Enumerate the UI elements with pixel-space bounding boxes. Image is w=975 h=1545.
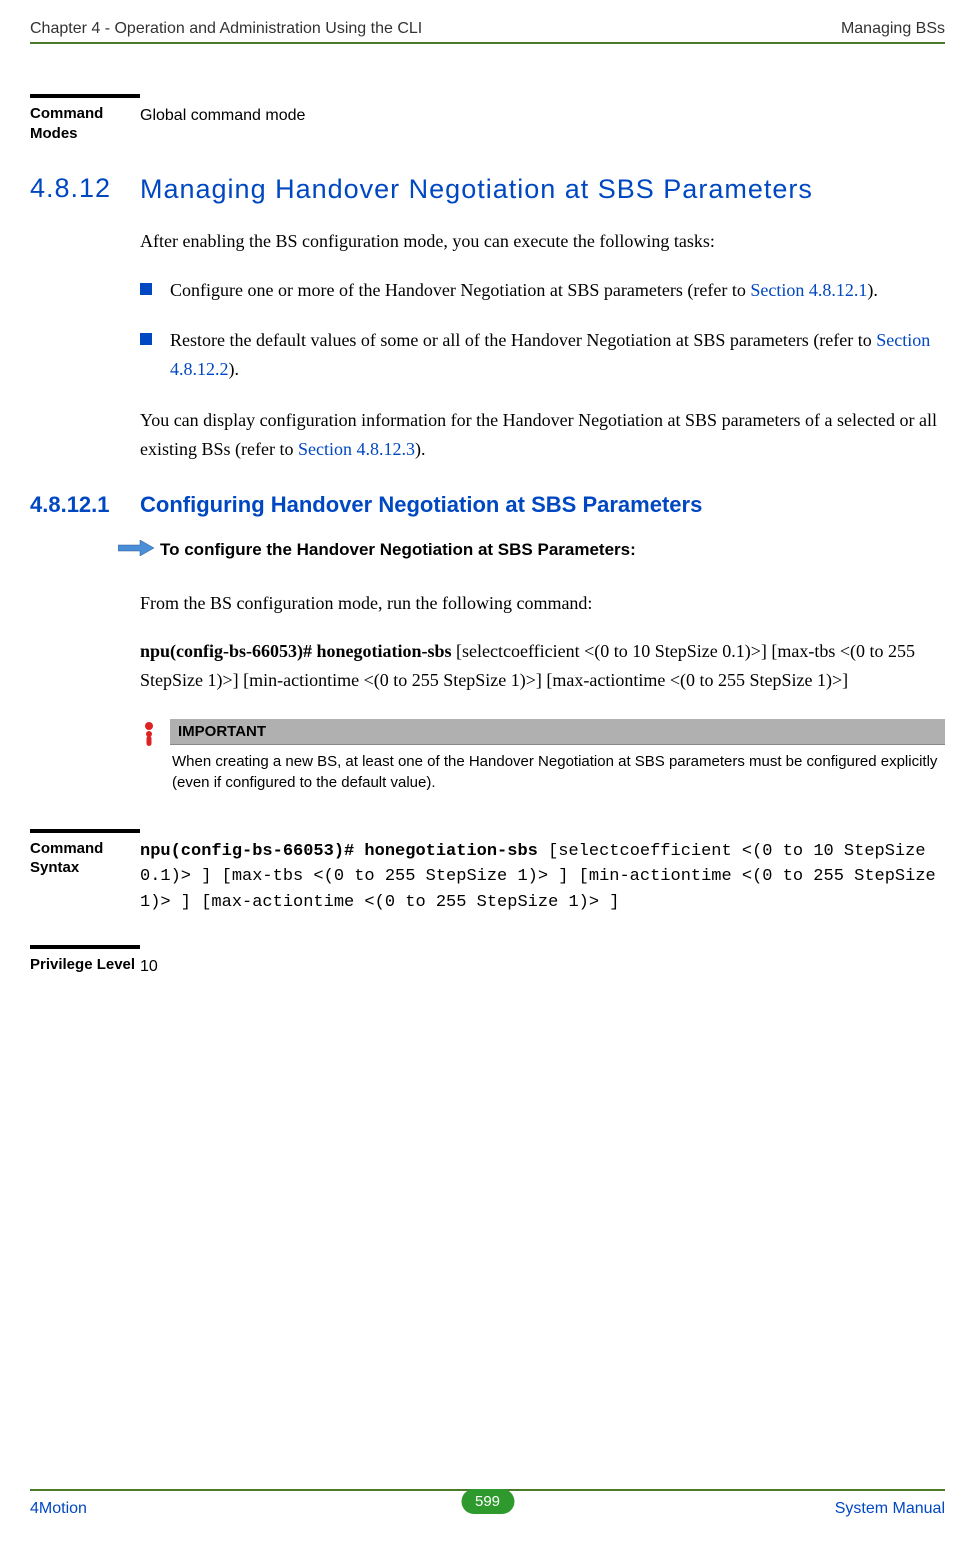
bullet-item: Restore the default values of some or al… bbox=[140, 326, 945, 384]
procedure-row: To configure the Handover Negotiation at… bbox=[118, 540, 945, 561]
important-icon bbox=[140, 719, 170, 799]
header-right: Managing BSs bbox=[841, 20, 945, 38]
command-modes-row: Command Modes Global command mode bbox=[30, 94, 945, 143]
page-number-badge: 599 bbox=[461, 1489, 514, 1514]
command-modes-value: Global command mode bbox=[140, 94, 945, 143]
bullet-text: Restore the default values of some or al… bbox=[170, 326, 945, 384]
header-rule bbox=[30, 42, 945, 44]
command-syntax-row: Command Syntax npu(config-bs-66053)# hon… bbox=[30, 829, 945, 916]
command-syntax-bold: npu(config-bs-66053)# honegotiation-sbs bbox=[140, 842, 538, 861]
outro-before: You can display configuration informatio… bbox=[140, 410, 937, 459]
bullet-text-after: ). bbox=[867, 280, 878, 300]
privilege-level-label: Privilege Level bbox=[30, 945, 140, 979]
bullet-text-before: Configure one or more of the Handover Ne… bbox=[170, 280, 750, 300]
arrow-right-icon bbox=[118, 540, 160, 561]
page-footer: 4Motion 599 System Manual bbox=[30, 1489, 945, 1527]
procedure-label: To configure the Handover Negotiation at… bbox=[160, 540, 636, 560]
section-number: 4.8.12 bbox=[30, 173, 140, 207]
subsection-number: 4.8.12.1 bbox=[30, 492, 140, 518]
bullet-item: Configure one or more of the Handover Ne… bbox=[140, 276, 945, 305]
section-intro: After enabling the BS configuration mode… bbox=[140, 227, 945, 256]
bullet-marker-icon bbox=[140, 326, 170, 384]
header-left: Chapter 4 - Operation and Administration… bbox=[30, 20, 422, 38]
command-bold: npu(config-bs-66053)# honegotiation-sbs bbox=[140, 641, 452, 661]
command-syntax-value: npu(config-bs-66053)# honegotiation-sbs … bbox=[140, 829, 945, 916]
footer-right: System Manual bbox=[835, 1500, 945, 1518]
privilege-level-value: 10 bbox=[140, 945, 945, 979]
bullet-marker-icon bbox=[140, 276, 170, 305]
command-example: npu(config-bs-66053)# honegotiation-sbs … bbox=[140, 637, 945, 695]
important-content: IMPORTANT When creating a new BS, at lea… bbox=[170, 719, 945, 799]
bullet-text: Configure one or more of the Handover Ne… bbox=[170, 276, 945, 305]
subsection-heading: 4.8.12.1 Configuring Handover Negotiatio… bbox=[30, 492, 945, 518]
footer-left: 4Motion bbox=[30, 1500, 87, 1518]
subsection-title: Configuring Handover Negotiation at SBS … bbox=[140, 492, 945, 518]
important-body: When creating a new BS, at least one of … bbox=[170, 745, 945, 799]
section-heading: 4.8.12 Managing Handover Negotiation at … bbox=[30, 173, 945, 207]
section-outro: You can display configuration informatio… bbox=[140, 406, 945, 464]
section-link[interactable]: Section 4.8.12.3 bbox=[298, 439, 415, 459]
command-modes-label: Command Modes bbox=[30, 94, 140, 143]
bullet-text-after: ). bbox=[229, 359, 240, 379]
page-header: Chapter 4 - Operation and Administration… bbox=[30, 20, 945, 38]
command-syntax-label: Command Syntax bbox=[30, 829, 140, 916]
important-note: IMPORTANT When creating a new BS, at lea… bbox=[140, 719, 945, 799]
section-title: Managing Handover Negotiation at SBS Par… bbox=[140, 173, 945, 207]
outro-after: ). bbox=[415, 439, 426, 459]
important-header: IMPORTANT bbox=[170, 719, 945, 745]
run-command-text: From the BS configuration mode, run the … bbox=[140, 589, 945, 618]
section-link[interactable]: Section 4.8.12.1 bbox=[750, 280, 867, 300]
bullet-text-before: Restore the default values of some or al… bbox=[170, 330, 876, 350]
privilege-level-row: Privilege Level 10 bbox=[30, 945, 945, 979]
